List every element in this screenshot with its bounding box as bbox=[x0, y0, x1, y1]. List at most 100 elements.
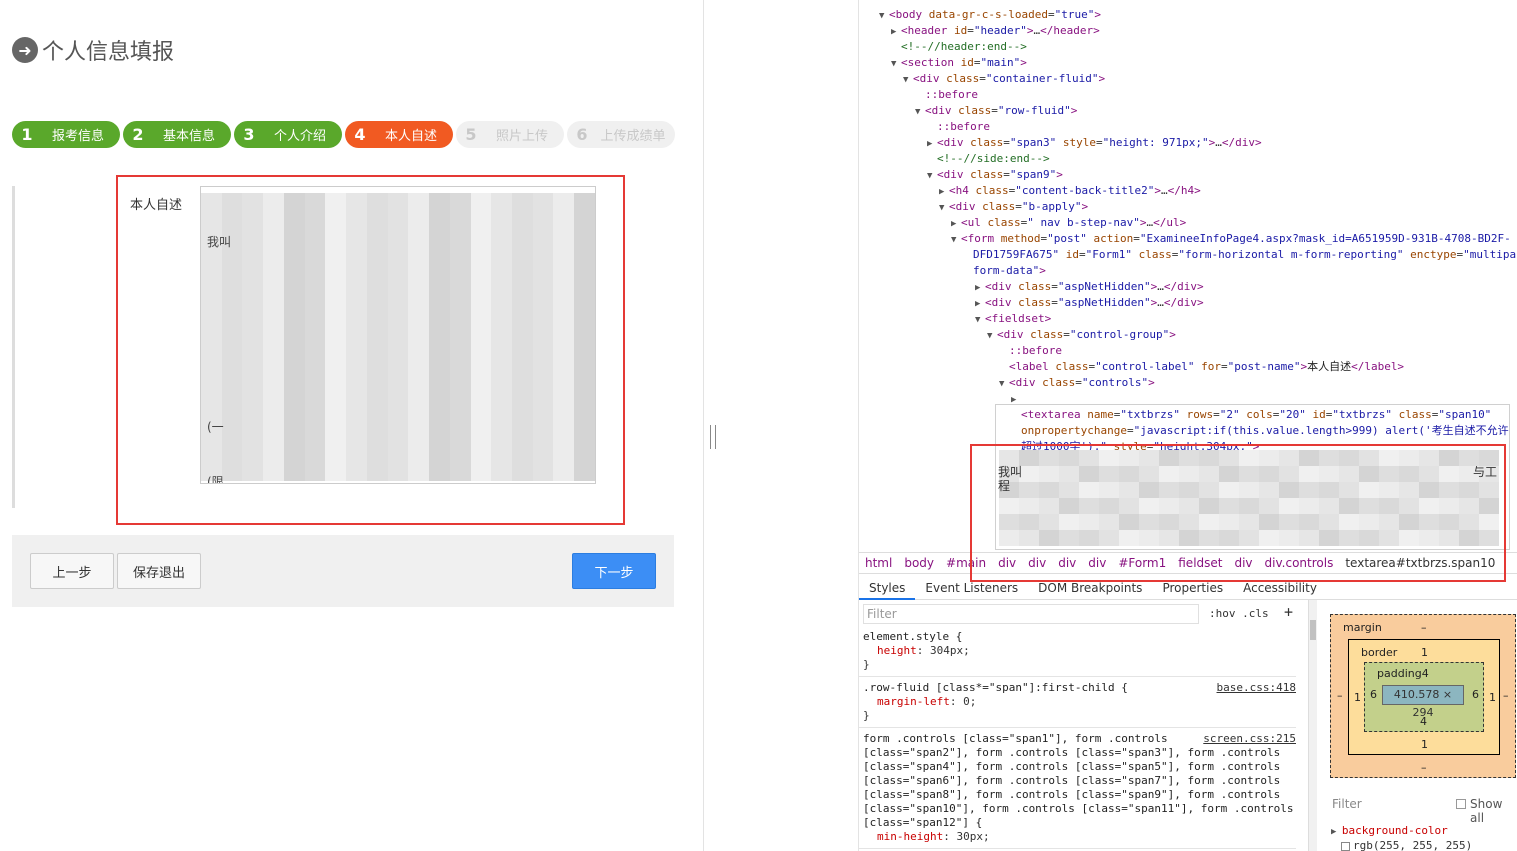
step-6[interactable]: 6 上传成绩单 bbox=[567, 121, 675, 148]
dom-node-line[interactable]: ▼ <form method="post" action="ExamineeInf… bbox=[951, 231, 1511, 248]
styles-pane: Filter :hov .cls + element.style {height… bbox=[859, 600, 1309, 851]
css-selector: [class="span2"], form .controls [class="… bbox=[863, 746, 1281, 759]
step-number: 1 bbox=[21, 125, 33, 144]
dom-node-line[interactable]: ▼ <div class="row-fluid"> bbox=[915, 103, 1077, 120]
show-all-checkbox[interactable] bbox=[1456, 799, 1466, 809]
margin-label: margin bbox=[1343, 621, 1382, 634]
expand-toggle-icon[interactable]: ▶ bbox=[891, 24, 901, 40]
expand-toggle-icon[interactable]: ▼ bbox=[987, 328, 997, 344]
step-number: 6 bbox=[576, 125, 588, 144]
panel-splitter[interactable] bbox=[703, 0, 859, 851]
computed-filter-input[interactable]: Filter bbox=[1332, 797, 1362, 811]
expand-toggle-icon[interactable]: ▼ bbox=[915, 104, 925, 120]
breadcrumb-item[interactable]: body bbox=[904, 556, 934, 570]
scrollbar-thumb[interactable] bbox=[1310, 620, 1316, 640]
dom-node-line[interactable]: ::before bbox=[927, 119, 990, 135]
step-label: 报考信息 bbox=[51, 129, 104, 144]
expand-toggle-icon[interactable]: ▶ bbox=[975, 296, 985, 312]
css-source-link[interactable]: base.css:418 bbox=[1217, 681, 1296, 695]
step-5[interactable]: 5 照片上传 bbox=[456, 121, 564, 148]
page-panel: ➜ 个人信息填报 1 报考信息 2 基本信息 3 个人介绍 4 本人自述 5 照片上传 6 上传成绩单… bbox=[0, 0, 703, 851]
highlight-box bbox=[970, 444, 1506, 582]
dom-node-line[interactable]: ▶ <header id="header">…</header> bbox=[891, 23, 1100, 40]
dom-node-line[interactable]: ▶ <div class="aspNetHidden">…</div> bbox=[975, 279, 1204, 296]
dom-node-line[interactable]: ▼ <fieldset> bbox=[975, 311, 1051, 328]
step-4[interactable]: 4 本人自述 bbox=[345, 121, 453, 148]
dom-node-markup: <div class="span3" style="height: 971px;… bbox=[937, 136, 1262, 149]
css-rule[interactable]: element.style {height: 304px;} bbox=[863, 630, 1296, 672]
dom-node-line[interactable]: ▼ <div class="b-apply"> bbox=[939, 199, 1088, 216]
dom-node-line[interactable]: ▶ <ul class=" nav b-step-nav">…</ul> bbox=[951, 215, 1186, 232]
dom-node-line[interactable]: ▼ <div class="control-group"> bbox=[987, 327, 1176, 344]
dom-node-line[interactable]: ::before bbox=[999, 343, 1062, 359]
expand-toggle-icon[interactable]: ▼ bbox=[903, 72, 913, 88]
expand-toggle-icon[interactable]: ▶ bbox=[939, 184, 949, 200]
dom-node-markup: form-data"> bbox=[973, 264, 1046, 277]
expand-toggle-icon[interactable]: ▼ bbox=[891, 56, 901, 72]
css-value[interactable]: : 30px; bbox=[943, 830, 989, 843]
dom-node-line[interactable]: ::before bbox=[915, 87, 978, 103]
step-label: 本人自述 bbox=[384, 129, 437, 144]
expand-toggle-icon[interactable]: ▶ bbox=[927, 136, 937, 152]
save-exit-button[interactable]: 保存退出 bbox=[117, 553, 201, 589]
dom-node-line[interactable]: ▶ <div class="span3" style="height: 971px… bbox=[927, 135, 1262, 152]
css-selector: [class="span6"], form .controls [class="… bbox=[863, 774, 1281, 787]
expand-toggle-icon[interactable]: ▶ bbox=[951, 216, 961, 232]
css-property[interactable]: height bbox=[877, 644, 917, 657]
form-actions: 上一步 保存退出 下一步 bbox=[12, 535, 674, 607]
css-declaration[interactable]: height: 304px; bbox=[863, 644, 1296, 658]
dom-node-line[interactable]: form-data"> bbox=[963, 263, 1046, 279]
margin-left: – bbox=[1337, 689, 1343, 702]
css-declaration[interactable]: margin-left: 0; bbox=[863, 695, 1296, 709]
css-value[interactable]: : 0; bbox=[950, 695, 977, 708]
css-selector: [class="span4"], form .controls [class="… bbox=[863, 760, 1281, 773]
expand-toggle-icon[interactable]: ▼ bbox=[951, 232, 961, 248]
css-rule[interactable]: .row-fluid [class*="span"]:first-child {… bbox=[863, 681, 1296, 723]
expand-toggle-icon[interactable]: ▼ bbox=[927, 168, 937, 184]
dom-node-line[interactable]: ▼ <div class="controls"> bbox=[999, 375, 1155, 392]
dom-node-line[interactable]: ▼ <div class="container-fluid"> bbox=[903, 71, 1105, 88]
expand-toggle-icon[interactable]: ▼ bbox=[939, 200, 949, 216]
hov-cls-toggle[interactable]: :hov .cls bbox=[1209, 607, 1269, 620]
new-rule-plus-icon[interactable]: + bbox=[1284, 603, 1293, 621]
dom-node-line[interactable]: DFD1759FA675" id="Form1" class="form-hor… bbox=[963, 247, 1517, 263]
dom-node-line[interactable]: <!--//side:end--> bbox=[927, 151, 1050, 167]
splitter-grip-icon[interactable] bbox=[710, 425, 716, 449]
dom-node-markup: <body data-gr-c-s-loaded="true"> bbox=[889, 8, 1101, 21]
dom-node-markup: <div class="b-apply"> bbox=[949, 200, 1089, 213]
expand-toggle-icon[interactable]: ▶ bbox=[975, 280, 985, 296]
css-property[interactable]: margin-left bbox=[877, 695, 950, 708]
step-number: 2 bbox=[132, 125, 144, 144]
styles-filter-input[interactable]: Filter bbox=[863, 604, 1199, 624]
dom-node-line[interactable]: ▼ <section id="main"> bbox=[891, 55, 1027, 72]
step-label: 基本信息 bbox=[162, 129, 215, 144]
dom-node-line[interactable]: ▼ <body data-gr-c-s-loaded="true"> bbox=[879, 7, 1101, 24]
dom-node-line[interactable]: ▶ <h4 class="content-back-title2">…</h4> bbox=[939, 183, 1201, 200]
css-property[interactable]: min-height bbox=[877, 830, 943, 843]
dom-node-line[interactable]: ▼ <div class="span9"> bbox=[927, 167, 1063, 184]
breadcrumb-item[interactable]: html bbox=[865, 556, 892, 570]
css-source-link[interactable]: screen.css:215 bbox=[1203, 732, 1296, 746]
next-step-button[interactable]: 下一步 bbox=[572, 553, 656, 589]
dom-node-line[interactable]: <!--//header:end--> bbox=[891, 39, 1027, 55]
css-value[interactable]: : 304px; bbox=[917, 644, 970, 657]
styles-scrollbar[interactable] bbox=[1309, 600, 1317, 851]
box-model-padding: padding4 4 6 6 410.578 × 294 bbox=[1364, 662, 1484, 732]
step-label: 上传成绩单 bbox=[600, 129, 666, 144]
computed-filter: Filter Show all bbox=[1332, 797, 1517, 825]
dom-node-line[interactable]: <label class="control-label" for="post-n… bbox=[999, 359, 1404, 375]
prev-step-button[interactable]: 上一步 bbox=[30, 553, 114, 589]
computed-property[interactable]: ▶ background-color rgb(255, 255, 255) bbox=[1331, 824, 1472, 851]
css-rule[interactable]: form .controls [class="span1"], form .co… bbox=[863, 732, 1296, 844]
expand-toggle-icon[interactable]: ▼ bbox=[999, 376, 1009, 392]
css-declaration[interactable]: min-height: 30px; bbox=[863, 830, 1296, 844]
step-3[interactable]: 3 个人介绍 bbox=[234, 121, 342, 148]
tab-styles[interactable]: Styles bbox=[859, 576, 916, 600]
step-1[interactable]: 1 报考信息 bbox=[12, 121, 120, 148]
dom-node-markup: <div class="control-group"> bbox=[997, 328, 1176, 341]
step-2[interactable]: 2 基本信息 bbox=[123, 121, 231, 148]
dom-node-line[interactable]: ▶ <div class="aspNetHidden">…</div> bbox=[975, 295, 1204, 312]
expand-toggle-icon[interactable]: ▼ bbox=[879, 8, 889, 24]
dom-node-markup: <div class="span9"> bbox=[937, 168, 1063, 181]
expand-toggle-icon[interactable]: ▼ bbox=[975, 312, 985, 328]
